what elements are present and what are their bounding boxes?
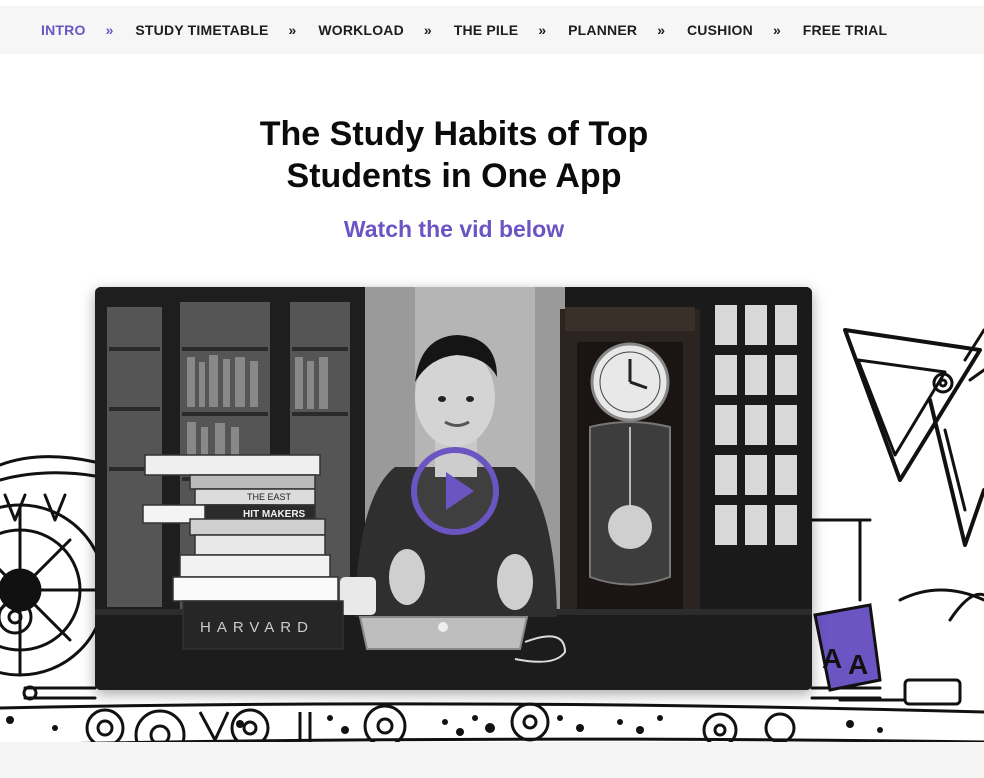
title-line-1: The Study Habits of Top (259, 115, 649, 153)
footer-band (0, 742, 984, 778)
nav-separator: » (288, 22, 297, 38)
svg-text:A: A (822, 643, 842, 674)
nav-item-intro[interactable]: INTRO (41, 22, 86, 38)
page-title: The Study Habits of Top Students in One … (215, 113, 693, 197)
nav-item-free-trial[interactable]: FREE TRIAL (803, 22, 887, 38)
nav-item-planner[interactable]: PLANNER (568, 22, 637, 38)
play-circle-icon[interactable] (410, 446, 500, 536)
nav-separator: » (538, 22, 547, 38)
nav-separator: » (423, 22, 432, 38)
svg-text:A: A (848, 649, 868, 680)
title-line-2: Students in One App (286, 157, 622, 195)
book-label-the-east: THE EAST (247, 492, 292, 502)
section-nav: INTRO » STUDY TIMETABLE » WORKLOAD » THE… (0, 6, 984, 54)
nav-separator: » (657, 22, 665, 38)
nav-separator: » (105, 22, 114, 38)
nav-separator: » (772, 22, 781, 38)
nav-item-cushion[interactable]: CUSHION (687, 22, 753, 38)
landing-page: A A INTRO » STUDY TIMETABLE » WORKLOAD »… (0, 0, 984, 778)
nav-item-study-timetable[interactable]: STUDY TIMETABLE (135, 22, 268, 38)
book-spine-harvard: HARVARD (200, 619, 314, 636)
nav-item-the-pile[interactable]: THE PILE (454, 22, 519, 38)
nav-item-workload[interactable]: WORKLOAD (318, 22, 404, 38)
page-subtitle: Watch the vid below (343, 216, 565, 242)
video-player[interactable]: HIT MAKERS THE EAST HARVARD (95, 287, 812, 690)
book-label-hit-makers: HIT MAKERS (243, 509, 306, 520)
